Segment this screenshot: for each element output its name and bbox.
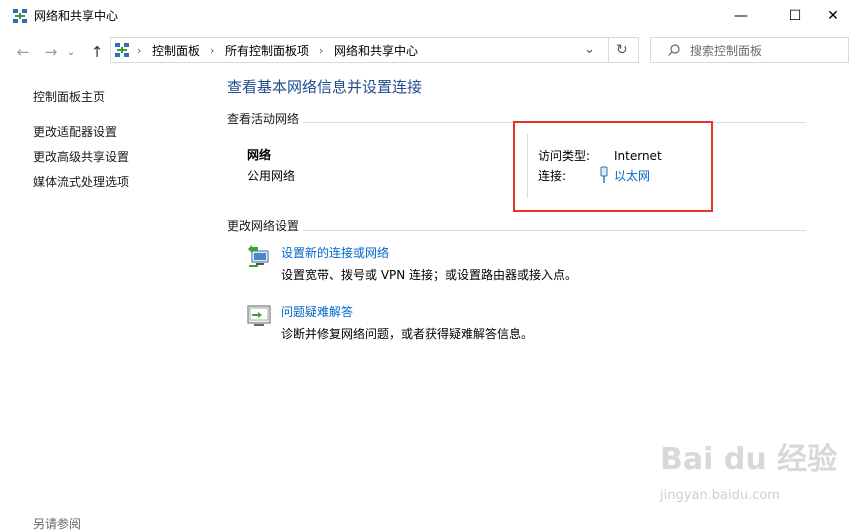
breadcrumb-separator-icon: › bbox=[210, 44, 215, 57]
back-button[interactable]: ← bbox=[12, 41, 34, 63]
highlight-box bbox=[513, 121, 713, 212]
setup-new-connection-link[interactable]: 设置新的连接或网络 bbox=[281, 245, 389, 261]
watermark-url: jingyan.baidu.com bbox=[660, 488, 780, 503]
breadcrumb-control-panel[interactable]: 控制面板 bbox=[152, 43, 200, 59]
up-button[interactable]: ↑ bbox=[86, 41, 108, 63]
network-center-icon bbox=[13, 9, 27, 23]
troubleshoot-description: 诊断并修复网络问题，或者获得疑难解答信息。 bbox=[281, 327, 534, 341]
network-name: 网络 bbox=[247, 148, 272, 162]
breadcrumb-separator-icon: › bbox=[137, 44, 142, 57]
troubleshoot-link[interactable]: 问题疑难解答 bbox=[281, 304, 353, 320]
close-button[interactable]: ✕ bbox=[810, 0, 856, 32]
see-also-heading: 另请参阅 bbox=[33, 517, 82, 531]
recent-locations-chevron-icon[interactable]: ⌄ bbox=[60, 41, 82, 63]
window-title: 网络和共享中心 bbox=[34, 9, 119, 23]
section-divider bbox=[303, 230, 806, 231]
refresh-button[interactable]: ↻ bbox=[616, 42, 628, 58]
change-network-settings-heading: 更改网络设置 bbox=[227, 219, 300, 233]
search-icon bbox=[668, 44, 680, 56]
network-type[interactable]: 公用网络 bbox=[247, 168, 295, 184]
address-divider bbox=[608, 38, 609, 62]
baidu-jingyan-watermark: Bai du 经验 bbox=[660, 442, 838, 477]
active-network-heading: 查看活动网络 bbox=[227, 112, 300, 126]
sidebar-sharing-settings-link[interactable]: 更改高级共享设置 bbox=[33, 149, 129, 165]
forward-button[interactable]: → bbox=[40, 41, 62, 63]
address-dropdown-button[interactable]: ⌄ bbox=[584, 42, 595, 58]
sidebar-media-streaming-link[interactable]: 媒体流式处理选项 bbox=[33, 174, 129, 190]
breadcrumb-separator-icon: › bbox=[319, 44, 324, 57]
new-connection-icon bbox=[248, 245, 269, 267]
page-title: 查看基本网络信息并设置连接 bbox=[227, 78, 423, 96]
setup-new-connection-description: 设置宽带、拨号或 VPN 连接；或设置路由器或接入点。 bbox=[281, 268, 578, 282]
search-input[interactable]: 搜索控制面板 bbox=[690, 43, 762, 59]
sidebar-adapter-settings-link[interactable]: 更改适配器设置 bbox=[33, 124, 117, 140]
control-panel-icon bbox=[115, 43, 129, 57]
breadcrumb-network-center[interactable]: 网络和共享中心 bbox=[334, 43, 418, 59]
sidebar-home-link[interactable]: 控制面板主页 bbox=[33, 89, 105, 105]
breadcrumb-all-items[interactable]: 所有控制面板项 bbox=[225, 43, 309, 59]
minimize-button[interactable]: — bbox=[718, 0, 764, 32]
troubleshoot-icon bbox=[247, 305, 271, 326]
